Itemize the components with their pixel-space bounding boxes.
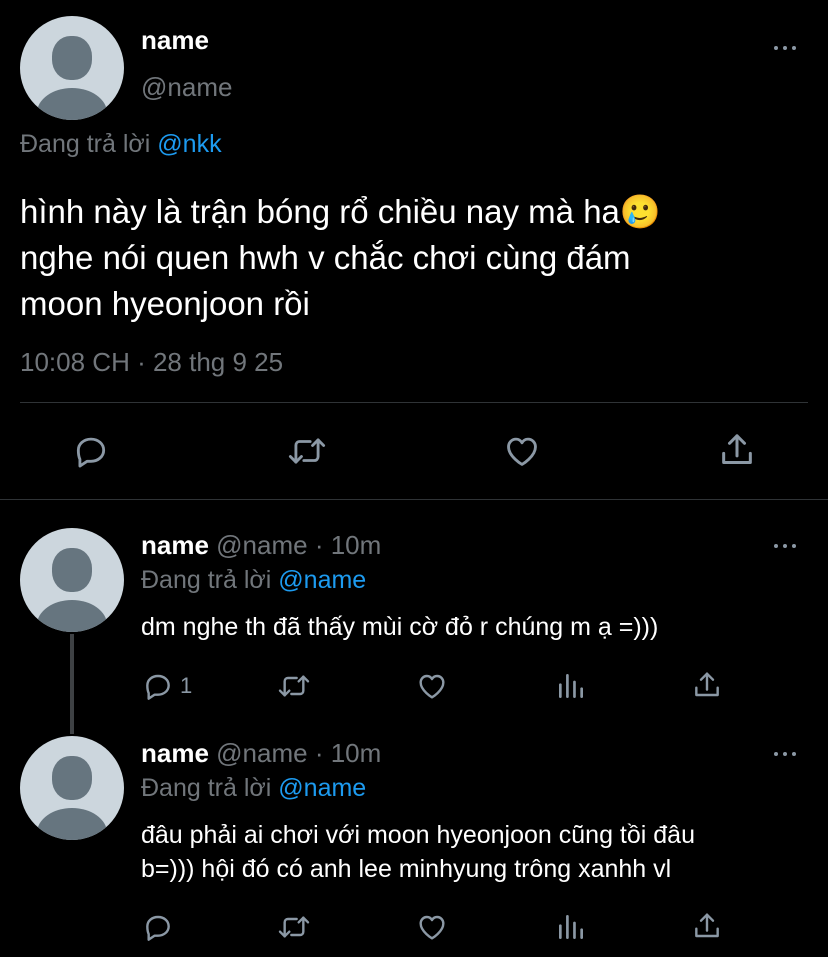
reply-header: name @name · 10m xyxy=(141,738,381,769)
author-name[interactable]: name xyxy=(141,738,209,768)
share-icon[interactable] xyxy=(691,669,723,701)
reply-header: name @name · 10m xyxy=(141,530,381,561)
reply-to-link[interactable]: @name xyxy=(278,774,366,802)
retweet-icon[interactable] xyxy=(276,911,312,943)
reply-icon[interactable] xyxy=(142,911,174,943)
reply-to-link[interactable]: @nkk xyxy=(157,130,221,158)
share-icon[interactable] xyxy=(691,910,723,942)
reply-context: Đang trả lời @nkk xyxy=(20,130,222,159)
heart-icon[interactable] xyxy=(415,911,449,943)
reply-prefix: Đang trả lời xyxy=(20,130,151,158)
more-icon[interactable] xyxy=(774,44,798,52)
author-name[interactable]: name xyxy=(141,530,209,560)
reply-text-line: đâu phải ai chơi với moon hyeonjoon cũng… xyxy=(141,821,695,849)
divider xyxy=(0,499,828,500)
avatar[interactable] xyxy=(20,528,124,632)
tweet-timestamp[interactable]: 10:08 CH · 28 thg 9 25 xyxy=(20,347,283,378)
author-name[interactable]: name xyxy=(141,25,209,56)
reply-time[interactable]: · 10m xyxy=(315,530,381,560)
more-icon[interactable] xyxy=(774,750,798,758)
reply-text-line: b=))) hội đó có anh lee minhyung trông x… xyxy=(141,855,672,883)
reply-prefix: Đang trả lời xyxy=(141,774,272,802)
tweet-text-line: nghe nói quen hwh v chắc chơi cùng đám xyxy=(20,239,631,276)
views-icon[interactable] xyxy=(555,911,587,943)
tweet-text-line: moon hyeonjoon rồi xyxy=(20,285,310,322)
author-handle[interactable]: @name xyxy=(216,738,307,768)
author-handle[interactable]: @name xyxy=(216,530,307,560)
reply-icon[interactable] xyxy=(72,432,110,470)
reply-count: 1 xyxy=(180,673,193,698)
more-icon[interactable] xyxy=(774,542,798,550)
reply-context: Đang trả lời @name xyxy=(141,566,366,595)
share-icon[interactable] xyxy=(717,430,757,470)
heart-icon[interactable] xyxy=(415,670,449,702)
thread-line xyxy=(70,634,74,734)
tweet-text: hình này là trận bóng rổ chiều nay mà ha… xyxy=(20,189,661,327)
avatar[interactable] xyxy=(20,16,124,120)
views-icon[interactable] xyxy=(555,670,587,702)
tweet-text-line: hình này là trận bóng rổ chiều nay mà ha… xyxy=(20,193,661,230)
reply-prefix: Đang trả lời xyxy=(141,566,272,594)
divider xyxy=(20,402,808,403)
reply-time[interactable]: · 10m xyxy=(315,738,381,768)
reply-context: Đang trả lời @name xyxy=(141,774,366,803)
reply-text: đâu phải ai chơi với moon hyeonjoon cũng… xyxy=(141,818,695,886)
retweet-icon[interactable] xyxy=(276,670,312,702)
author-handle[interactable]: @name xyxy=(141,72,232,103)
reply-text: dm nghe th đã thấy mùi cờ đỏ r chúng m ạ… xyxy=(141,610,658,644)
reply-text-line: dm nghe th đã thấy mùi cờ đỏ r chúng m ạ… xyxy=(141,613,659,641)
avatar[interactable] xyxy=(20,736,124,840)
heart-icon[interactable] xyxy=(502,432,542,470)
retweet-icon[interactable] xyxy=(286,432,328,470)
reply-to-link[interactable]: @name xyxy=(278,566,366,594)
reply-icon[interactable] xyxy=(142,670,174,702)
